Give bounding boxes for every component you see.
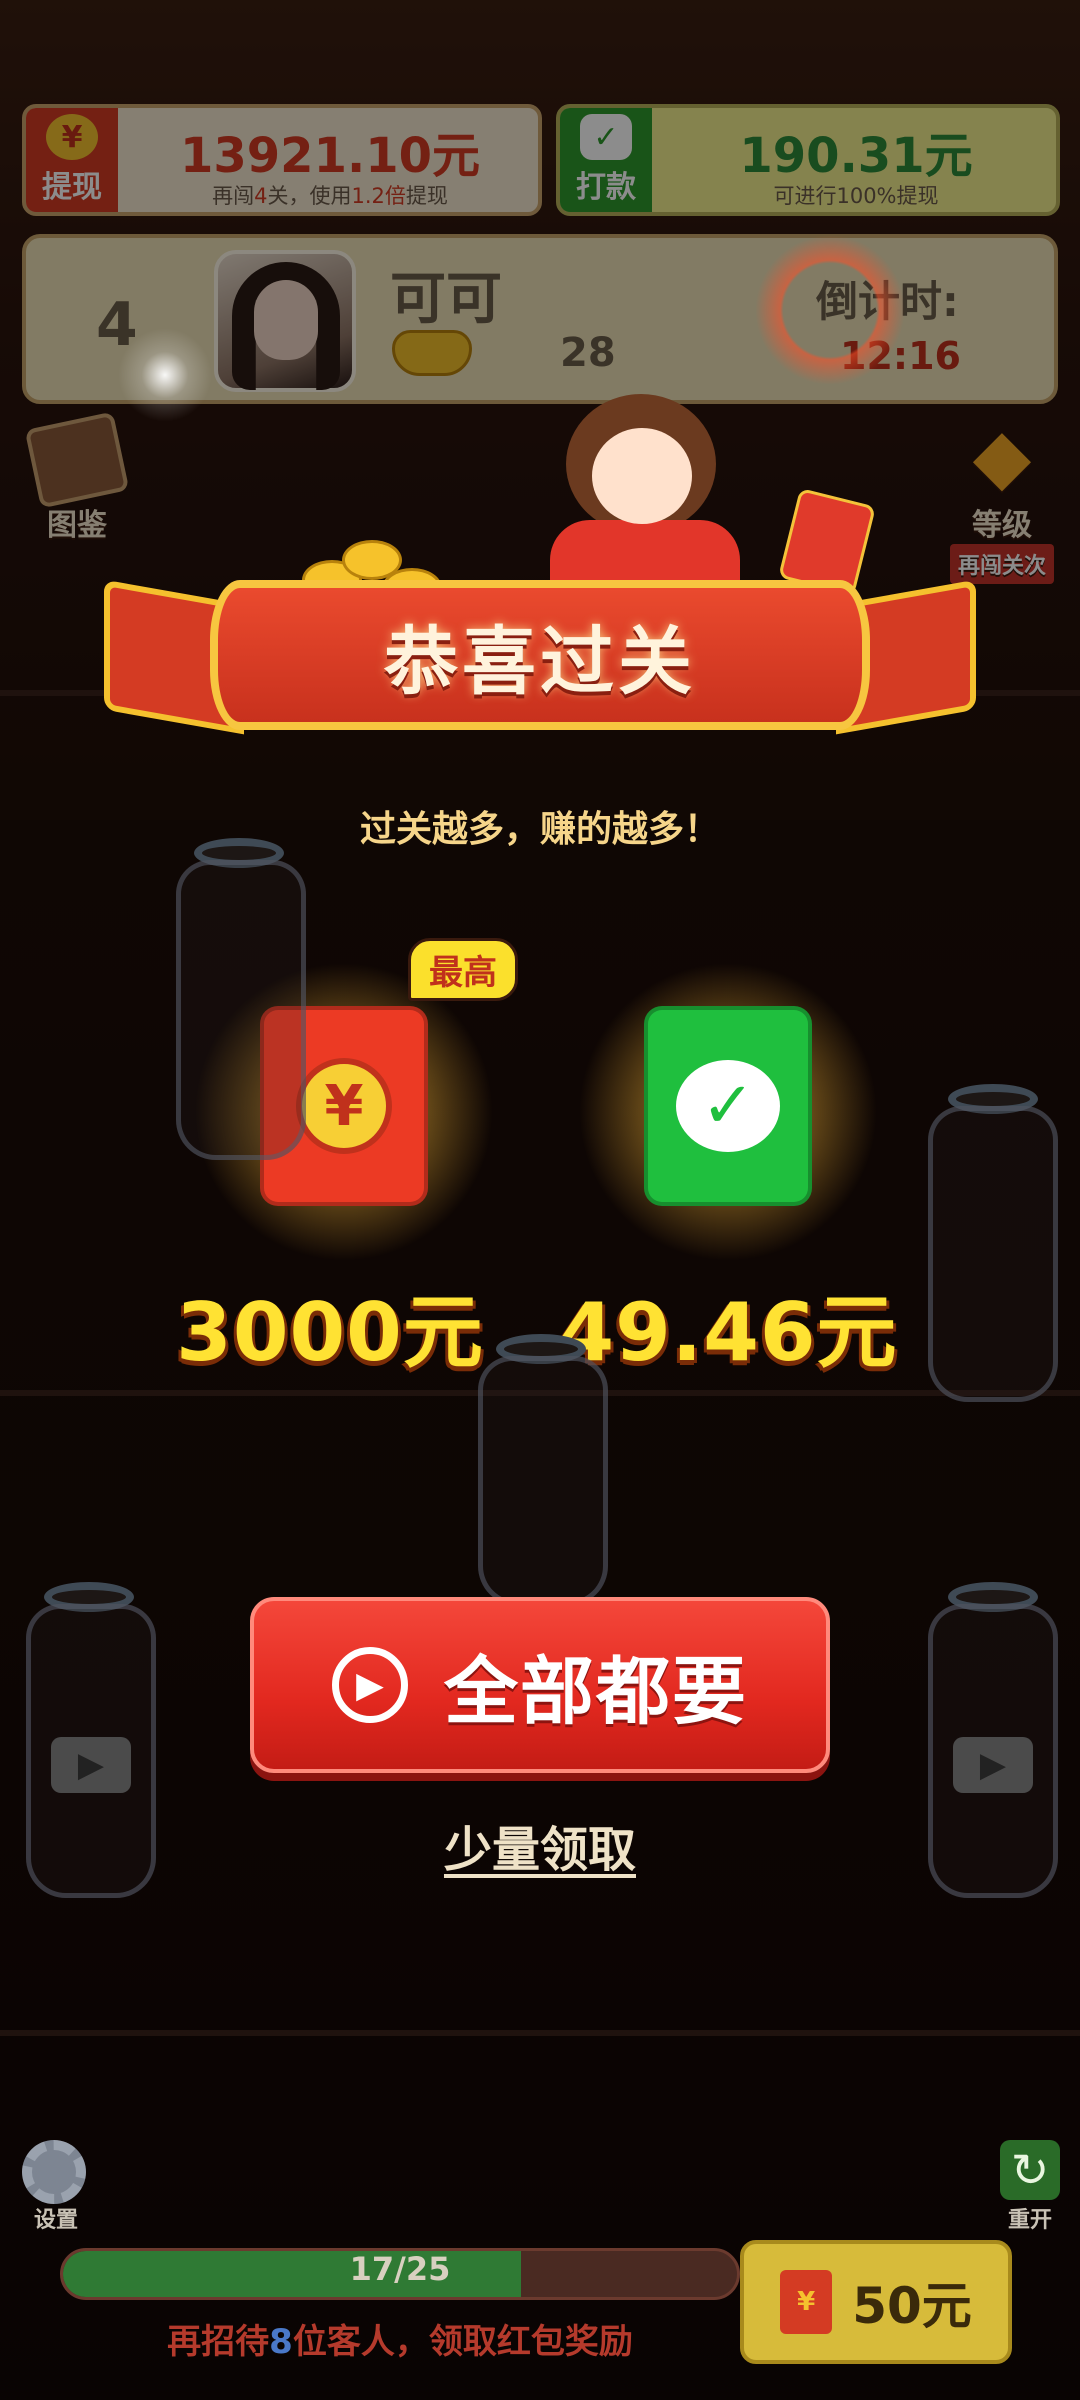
claim-less-link[interactable]: 少量领取 — [0, 1810, 1080, 1880]
wechat-check-icon: ✓ — [676, 1060, 780, 1152]
restart-label: 重开 — [1007, 2208, 1052, 2233]
dialog-title: 恭喜过关 — [384, 618, 696, 705]
yuan-icon: ¥ — [296, 1058, 392, 1154]
red-envelope-icon: ¥ — [780, 2270, 833, 2334]
sparkle-effect — [110, 320, 220, 430]
claim-all-label: 全部都要 — [444, 1648, 748, 1735]
video-camera-icon: ▶ — [953, 1737, 1033, 1793]
play-icon: ▶ — [332, 1647, 408, 1723]
bottle[interactable] — [478, 1356, 608, 1606]
congrats-banner: 恭喜过关 — [210, 580, 870, 730]
wechat-cash-amount: 49.46元 — [558, 1286, 898, 1379]
guest-prompt: 再招待8位客人，领取红包奖励 — [167, 2322, 633, 2362]
red-envelope-amount: 3000元 — [176, 1286, 484, 1379]
claim-all-button[interactable]: ▶ 全部都要 — [250, 1597, 830, 1773]
wechat-cash-reward: ✓ — [644, 1006, 812, 1206]
bottle[interactable] — [928, 1106, 1058, 1402]
dialog-subtitle: 过关越多，赚的越多！ — [359, 809, 720, 850]
bottle[interactable] — [176, 860, 306, 1160]
reward-amount: 50元 — [852, 2277, 972, 2335]
red-envelope-reward-button[interactable]: ¥ 50元 — [740, 2240, 1012, 2364]
settings-gear-icon[interactable] — [22, 2140, 86, 2204]
progress-text: 17/25 — [349, 2250, 451, 2288]
max-badge: 最高 — [408, 938, 518, 1001]
restart-icon[interactable]: ↻ — [1000, 2140, 1060, 2200]
video-camera-icon: ▶ — [51, 1737, 131, 1793]
settings-label: 设置 — [33, 2208, 78, 2233]
mascot-girl — [520, 370, 780, 610]
